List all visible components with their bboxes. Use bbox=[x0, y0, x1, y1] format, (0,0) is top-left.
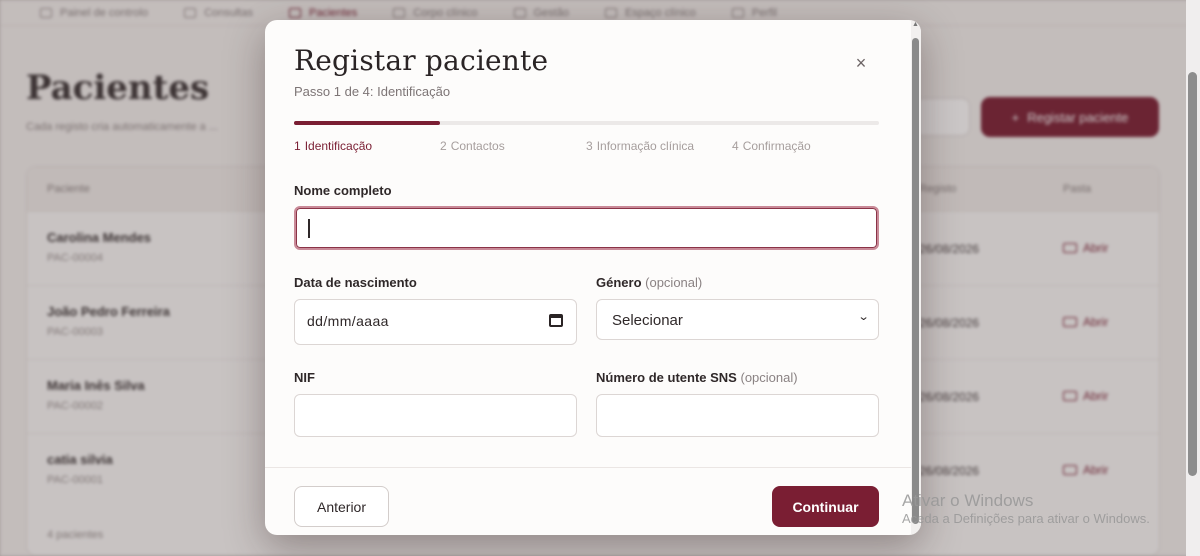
step-2: 2 Contactos bbox=[440, 139, 505, 153]
dialog-step-info: Passo 1 de 4: Identificação bbox=[294, 84, 451, 99]
step-number: 1 bbox=[294, 139, 301, 153]
calendar-icon[interactable] bbox=[549, 314, 563, 327]
gender-select[interactable]: Selecionar ⌄ bbox=[596, 299, 879, 340]
step-label: Contactos bbox=[450, 139, 505, 153]
step-progress-fill bbox=[294, 121, 441, 125]
step-number: 4 bbox=[732, 139, 739, 153]
register-patient-dialog: Registar paciente Passo 1 de 4: Identifi… bbox=[265, 20, 921, 535]
windows-activation-watermark: Ativar o Windows Aceda a Definições para… bbox=[902, 490, 1150, 528]
full-name-label: Nome completo bbox=[294, 183, 392, 198]
birth-date-placeholder: dd/mm/aaaa bbox=[307, 313, 389, 329]
chevron-down-icon: ⌄ bbox=[857, 311, 870, 323]
birth-date-input[interactable]: dd/mm/aaaa bbox=[294, 299, 577, 345]
continue-button[interactable]: Continuar bbox=[772, 486, 879, 527]
optional-hint: (opcional) bbox=[645, 275, 703, 290]
step-number: 3 bbox=[586, 139, 593, 153]
sns-input[interactable] bbox=[596, 394, 879, 437]
previous-button[interactable]: Anterior bbox=[294, 486, 389, 527]
step-progress-bar bbox=[294, 121, 879, 125]
watermark-line-1: Ativar o Windows bbox=[902, 491, 1034, 510]
step-label: Confirmação bbox=[742, 139, 811, 153]
dialog-scrollbar-thumb[interactable] bbox=[912, 38, 919, 524]
gender-label-text: Género bbox=[596, 275, 642, 290]
page-scrollbar-thumb[interactable] bbox=[1188, 72, 1197, 476]
step-label: Identificação bbox=[304, 139, 373, 153]
optional-hint: (opcional) bbox=[740, 370, 798, 385]
sns-label-text: Número de utente SNS bbox=[596, 370, 737, 385]
gender-selected-value: Selecionar bbox=[612, 312, 683, 329]
step-label: Informação clínica bbox=[596, 139, 695, 153]
birth-date-label: Data de nascimento bbox=[294, 275, 417, 290]
step-3: 3 Informação clínica bbox=[586, 139, 694, 153]
step-1: 1 Identificação bbox=[294, 139, 372, 153]
nif-input[interactable] bbox=[294, 394, 577, 437]
step-4: 4 Confirmação bbox=[732, 139, 811, 153]
full-name-input[interactable] bbox=[294, 206, 879, 250]
watermark-line-2: Aceda a Definições para ativar o Windows… bbox=[902, 511, 1150, 527]
close-button[interactable]: × bbox=[848, 50, 874, 76]
sns-label: Número de utente SNS (opcional) bbox=[596, 370, 798, 385]
step-number: 2 bbox=[440, 139, 447, 153]
gender-label: Género (opcional) bbox=[596, 275, 702, 290]
text-caret bbox=[308, 219, 310, 238]
dialog-title: Registar paciente bbox=[294, 44, 549, 77]
nif-label: NIF bbox=[294, 370, 315, 385]
footer-divider bbox=[265, 467, 911, 468]
scroll-up-arrow-icon[interactable]: ▲ bbox=[912, 21, 919, 28]
close-icon: × bbox=[855, 52, 867, 73]
